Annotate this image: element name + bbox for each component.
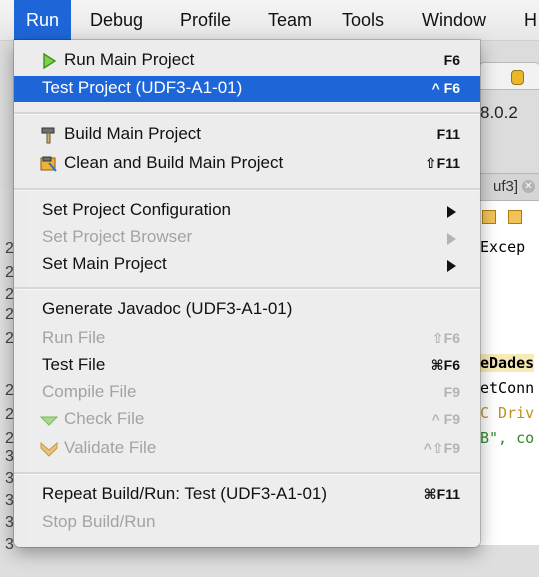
validate-chevron-icon — [40, 441, 58, 457]
menu-item-label: Validate File — [64, 438, 157, 457]
menu-item-stop-build-run: Stop Build/Run — [14, 510, 480, 536]
line-number: 2 — [5, 382, 14, 399]
submenu-arrow-icon — [447, 233, 456, 245]
menu-help[interactable]: H — [524, 10, 537, 31]
menu-item-label: Test File — [42, 355, 106, 374]
menu-item-shortcut: F11 — [436, 126, 460, 142]
menu-item-shortcut: ^ F9 — [431, 411, 460, 427]
menu-item-run-file: Run File ⇧F6 — [14, 326, 480, 352]
menu-window[interactable]: Window — [422, 10, 486, 31]
code-line: B", co — [480, 429, 535, 447]
code-line: C Driv — [480, 404, 535, 422]
line-number: 2 — [5, 306, 14, 323]
menu-item-generate-javadoc[interactable]: Generate Javadoc (UDF3-A1-01) — [14, 297, 480, 323]
editor-tab-label: uf3] — [493, 178, 519, 195]
editor-tab[interactable]: uf3] ✕ — [478, 173, 539, 201]
code-line: eDades — [480, 354, 535, 372]
line-number: 3 — [5, 448, 14, 465]
run-menu-dropdown: Run Main Project F6 Test Project (UDF3-A… — [14, 40, 480, 547]
menu-team[interactable]: Team — [268, 10, 312, 31]
bookmark-next-icon[interactable] — [508, 210, 522, 224]
menu-item-label: Set Project Configuration — [42, 200, 231, 219]
check-chevron-icon — [40, 416, 58, 426]
menu-separator — [14, 287, 480, 290]
menu-item-label: Build Main Project — [64, 124, 202, 143]
menu-item-label: Run File — [42, 328, 106, 347]
submenu-arrow-icon — [447, 260, 456, 272]
play-triangle-icon — [43, 52, 57, 70]
menu-item-shortcut: ^ F6 — [431, 80, 460, 96]
close-icon[interactable]: ✕ — [522, 180, 535, 193]
line-number: 2 — [5, 264, 14, 281]
line-number: 2 — [5, 430, 14, 447]
menu-item-label: Set Main Project — [42, 254, 167, 273]
menu-item-shortcut: ⇧F6 — [431, 330, 460, 346]
menu-item-shortcut: ⌘F6 — [430, 357, 460, 373]
menu-item-shortcut: F6 — [443, 52, 460, 68]
menu-item-label: Test Project (UDF3-A1-01) — [42, 78, 243, 97]
menu-item-shortcut: ⌘F11 — [423, 486, 460, 502]
code-line: Excep — [480, 238, 526, 256]
menu-debug[interactable]: Debug — [90, 10, 143, 31]
menu-item-set-project-browser: Set Project Browser — [14, 225, 480, 251]
menu-tools[interactable]: Tools — [342, 10, 384, 31]
database-icon — [511, 70, 524, 85]
line-number: 3 — [5, 470, 14, 487]
menu-separator — [14, 188, 480, 191]
line-number: 2 — [5, 406, 14, 423]
version-label: 8.0.2 — [480, 103, 518, 122]
line-number: 2 — [5, 240, 14, 257]
menu-item-clean-build[interactable]: Clean and Build Main Project ⇧F11 — [14, 151, 480, 177]
menu-item-build-main-project[interactable]: Build Main Project F11 — [14, 122, 480, 148]
menu-item-shortcut: ^⇧F9 — [423, 440, 460, 456]
code-line: etConn — [480, 379, 535, 397]
menu-separator — [14, 112, 480, 115]
line-number: 2 — [5, 330, 14, 347]
hammer-icon — [41, 127, 55, 144]
menu-item-validate-file: Validate File ^⇧F9 — [14, 436, 480, 462]
broom-hammer-icon — [40, 156, 57, 172]
menu-item-label: Compile File — [42, 382, 137, 401]
line-number: 3 — [5, 492, 14, 509]
line-number: 2 — [5, 286, 14, 303]
menu-item-test-project[interactable]: Test Project (UDF3-A1-01) ^ F6 — [14, 76, 480, 102]
menu-item-compile-file: Compile File F9 — [14, 380, 480, 406]
ide-document-tab[interactable] — [478, 62, 539, 90]
submenu-arrow-icon — [447, 206, 456, 218]
menu-item-label: Run Main Project — [64, 50, 195, 69]
menu-item-test-file[interactable]: Test File ⌘F6 — [14, 353, 480, 379]
menu-item-label: Check File — [64, 409, 145, 428]
line-number: 3 — [5, 536, 14, 553]
menu-separator — [14, 472, 480, 475]
line-number: 3 — [5, 514, 14, 531]
menu-item-label: Stop Build/Run — [42, 512, 156, 531]
menu-item-set-project-configuration[interactable]: Set Project Configuration — [14, 198, 480, 224]
menu-item-label: Clean and Build Main Project — [64, 153, 284, 172]
menu-item-shortcut: ⇧F11 — [424, 155, 460, 171]
status-area — [0, 545, 539, 577]
menu-item-set-main-project[interactable]: Set Main Project — [14, 252, 480, 278]
menu-bar: Run Debug Profile Team Tools Window H — [0, 0, 539, 41]
menu-profile[interactable]: Profile — [180, 10, 231, 31]
bookmark-icon[interactable] — [482, 210, 496, 224]
menu-item-repeat-build-run[interactable]: Repeat Build/Run: Test (UDF3-A1-01) ⌘F11 — [14, 482, 480, 508]
menu-item-label: Set Project Browser — [42, 227, 193, 246]
menu-item-label: Generate Javadoc (UDF3-A1-01) — [42, 299, 293, 318]
editor-toolbar — [482, 210, 534, 229]
menu-item-run-main-project[interactable]: Run Main Project F6 — [14, 48, 480, 74]
menu-item-label: Repeat Build/Run: Test (UDF3-A1-01) — [42, 484, 328, 503]
menu-item-shortcut: F9 — [443, 384, 460, 400]
menu-run[interactable]: Run — [14, 0, 72, 40]
menu-item-check-file: Check File ^ F9 — [14, 407, 480, 433]
